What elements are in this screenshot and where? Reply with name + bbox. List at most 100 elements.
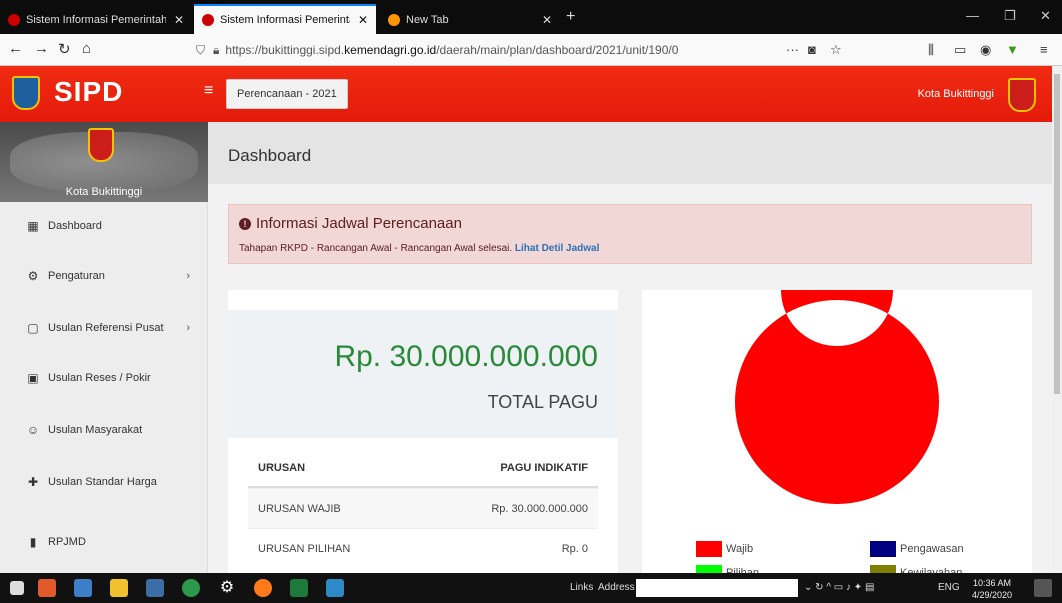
sidebar-item-rpjmd[interactable]: ▮ RPJMD <box>0 524 208 560</box>
site-favicon-icon <box>8 14 20 26</box>
table-cell: URUSAN PILIHAN <box>258 542 351 555</box>
bookmark-star-icon[interactable]: ☆ <box>830 42 842 58</box>
clock[interactable]: 10:36 AM 4/29/2020 <box>972 577 1012 601</box>
firefox-taskbar-icon[interactable] <box>254 579 272 597</box>
close-icon[interactable]: ✕ <box>358 13 368 27</box>
new-tab-icon[interactable]: + <box>566 8 575 26</box>
clock-date: 4/29/2020 <box>972 590 1013 600</box>
table-row: URUSAN WAJIB Rp. 30.000.000.000 <box>248 488 598 528</box>
whatsapp-icon[interactable] <box>182 579 200 597</box>
browser-tab-active[interactable]: Sistem Informasi Pemerintahan ✕ <box>194 4 376 34</box>
extension-icon[interactable]: ▼ <box>1006 42 1019 57</box>
sidebar-item-label: Pengaturan <box>48 270 105 282</box>
legend-swatch <box>870 541 896 557</box>
legend-swatch <box>696 541 722 557</box>
sidebar-item-pengaturan[interactable]: ⚙ Pengaturan › <box>0 258 208 294</box>
sidebar-item-usulan-reses-pokir[interactable]: ▣ Usulan Reses / Pokir <box>0 360 208 396</box>
url-bar[interactable]: ⛉ 🔒︎ https://bukittinggi.sipd. kemendagri… <box>196 38 796 62</box>
pocket-icon[interactable]: ◙ <box>808 42 816 57</box>
legend-item-pengawasan[interactable]: Pengawasan <box>870 541 964 557</box>
legend-label: Wajib <box>726 543 754 555</box>
plan-year-button[interactable]: Perencanaan - 2021 <box>226 79 348 109</box>
schedule-detail-link[interactable]: Lihat Detil Jadwal <box>515 243 599 254</box>
sidebar-item-usulan-masyarakat[interactable]: ☺ Usulan Masyarakat <box>0 412 208 448</box>
exclamation-icon: ! <box>239 217 251 230</box>
home-icon[interactable]: ⌂ <box>82 40 91 57</box>
account-icon[interactable]: ◉ <box>980 42 991 58</box>
file-explorer-icon[interactable] <box>110 579 128 597</box>
sidebar-icon[interactable]: ▭ <box>954 42 966 58</box>
back-icon[interactable]: ← <box>8 40 23 57</box>
total-pagu-card: Rp. 30.000.000.000 TOTAL PAGU URUSAN PAG… <box>228 290 618 573</box>
sidebar-city-label: Kota Bukittinggi <box>65 186 143 198</box>
settings-gear-icon[interactable]: ⚙ <box>218 579 236 597</box>
reload-icon[interactable]: ↻ <box>58 40 71 58</box>
page-header: Dashboard <box>208 122 1052 184</box>
system-tray-icon[interactable]: ⌄ ↻ ^ ▭ ♪ ✦ ▤ <box>804 582 874 593</box>
comment-icon: ▢ <box>27 321 39 335</box>
city-emblem-icon <box>88 128 114 162</box>
sidebar-item-label: Usulan Standar Harga <box>48 476 157 488</box>
alert-title-text: Informasi Jadwal Perencanaan <box>256 215 462 232</box>
sidebar-item-usulan-referensi-pusat[interactable]: ▢ Usulan Referensi Pusat › <box>0 310 208 346</box>
excel-icon[interactable] <box>290 579 308 597</box>
url-host: kemendagri.go.id <box>344 43 437 57</box>
sidebar-item-dashboard[interactable]: ▦ Dashboard <box>0 208 208 244</box>
gear-icon: ⚙ <box>27 269 39 283</box>
url-prefix: https://bukittinggi.sipd. <box>225 43 345 57</box>
address-input[interactable] <box>636 579 798 597</box>
links-label: Links <box>570 582 594 593</box>
windows-taskbar: ⚙ Links Address ⌄ ↻ ^ ▭ ♪ ✦ ▤ ENG 10:36 … <box>0 573 1062 603</box>
forward-icon[interactable]: → <box>34 40 49 57</box>
office-icon[interactable] <box>38 579 56 597</box>
sidebar-item-label: Usulan Masyarakat <box>48 424 143 436</box>
shield-icon[interactable]: ⛉ <box>196 43 205 58</box>
photos-icon[interactable] <box>326 579 344 597</box>
table-cell: URUSAN WAJIB <box>258 502 341 515</box>
browser-tab[interactable]: Sistem Informasi Pemerintahan ✕ <box>0 6 192 34</box>
restore-icon[interactable]: ❐ <box>1004 8 1016 24</box>
close-icon[interactable]: ✕ <box>174 13 184 27</box>
browser-tab[interactable]: New Tab ✕ <box>380 6 560 34</box>
column-header: URUSAN <box>258 462 306 474</box>
urusan-table: URUSAN PAGU INDIKATIF URUSAN WAJIB Rp. 3… <box>248 450 598 568</box>
column-header: PAGU INDIKATIF <box>500 462 588 474</box>
hamburger-menu-icon[interactable]: ≡ <box>204 82 213 100</box>
legend-item-wajib[interactable]: Wajib <box>696 541 753 557</box>
menu-icon[interactable]: ≡ <box>1040 42 1048 57</box>
firefox-icon <box>388 14 400 26</box>
sipd-logo-icon <box>12 76 40 110</box>
legend-label: Pengawasan <box>900 543 964 555</box>
table-cell: Rp. 30.000.000.000 <box>491 502 588 515</box>
page-actions-icon[interactable]: ··· <box>786 42 799 57</box>
calculator-icon[interactable] <box>146 579 164 597</box>
sidebar-item-label: Usulan Reses / Pokir <box>48 372 151 384</box>
chat-icon: ▣ <box>27 371 39 385</box>
app-icon[interactable] <box>74 579 92 597</box>
clock-time: 10:36 AM <box>973 578 1012 588</box>
city-emblem-icon[interactable] <box>1008 78 1036 112</box>
library-icon[interactable]: ⫼ <box>928 42 934 58</box>
close-window-icon[interactable]: ✕ <box>1040 8 1051 24</box>
schedule-alert: ! Informasi Jadwal Perencanaan Tahapan R… <box>228 204 1032 264</box>
sidebar-item-label: Usulan Referensi Pusat <box>48 322 164 334</box>
scrollbar-thumb[interactable] <box>1054 74 1060 394</box>
address-label: Address <box>598 582 635 593</box>
donut-chart <box>735 290 939 504</box>
table-cell: Rp. 0 <box>561 542 588 555</box>
notifications-icon[interactable] <box>1034 579 1052 597</box>
page-scrollbar[interactable] <box>1052 66 1062 573</box>
brand-title[interactable]: SIPD <box>54 76 123 108</box>
header-city-label[interactable]: Kota Bukittinggi <box>918 88 994 100</box>
table-header-row: URUSAN PAGU INDIKATIF <box>248 450 598 488</box>
lock-icon[interactable]: 🔒︎ <box>213 43 219 58</box>
alert-title: ! Informasi Jadwal Perencanaan <box>239 215 462 232</box>
minimize-icon[interactable]: — <box>966 8 979 23</box>
language-indicator[interactable]: ENG <box>938 582 960 593</box>
alert-body-text: Tahapan RKPD - Rancangan Awal - Rancanga… <box>239 243 513 254</box>
document-icon: ▮ <box>29 535 37 549</box>
close-icon[interactable]: ✕ <box>542 13 552 27</box>
sidebar-item-usulan-standar-harga[interactable]: ✚ Usulan Standar Harga <box>0 464 208 500</box>
windows-start-icon[interactable] <box>10 581 24 595</box>
app-header: SIPD ≡ Perencanaan - 2021 Kota Bukitting… <box>0 66 1062 122</box>
